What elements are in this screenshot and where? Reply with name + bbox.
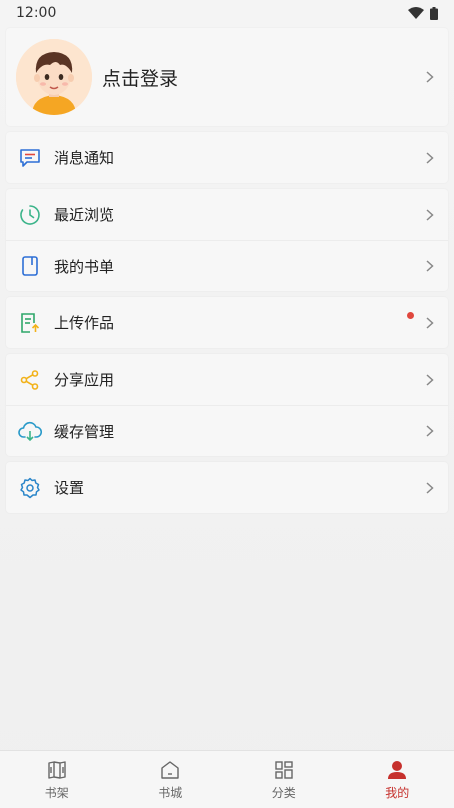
battery-icon: [430, 6, 438, 20]
profile-login-card[interactable]: 点击登录: [6, 28, 448, 126]
tab-bookstore[interactable]: 书城: [114, 751, 228, 808]
menu-group-history: 最近浏览 我的书单: [6, 189, 448, 291]
cloud-download-icon: [18, 419, 42, 443]
upload-icon: [18, 311, 42, 335]
menu-item-recent-browse[interactable]: 最近浏览: [6, 189, 448, 240]
menu-item-settings[interactable]: 设置: [6, 462, 448, 513]
menu-item-label: 最近浏览: [54, 206, 115, 224]
wifi-icon: [408, 7, 424, 19]
chevron-right-icon: [426, 373, 434, 386]
menu-group-upload: 上传作品: [6, 297, 448, 348]
tab-label: 书架: [44, 785, 69, 800]
chevron-right-icon: [426, 208, 434, 221]
chevron-right-icon: [426, 260, 434, 272]
menu-item-label: 分享应用: [54, 371, 115, 389]
tab-mine[interactable]: 我的: [341, 751, 454, 808]
menu-item-notifications[interactable]: 消息通知: [6, 132, 448, 183]
menu-item-label: 消息通知: [54, 149, 115, 167]
login-label: 点击登录: [102, 67, 179, 90]
avatar: [16, 39, 92, 115]
bookshelf-icon: [48, 760, 66, 779]
menu-group-settings: 设置: [6, 462, 448, 513]
menu-item-cache-management[interactable]: 缓存管理: [6, 405, 448, 456]
menu-item-my-booklist[interactable]: 我的书单: [6, 240, 448, 291]
menu-item-upload-works[interactable]: 上传作品: [6, 297, 448, 348]
menu-item-label: 我的书单: [54, 257, 115, 276]
menu-item-share-app[interactable]: 分享应用: [6, 354, 448, 405]
booklist-icon: [18, 254, 42, 278]
red-dot-badge: [407, 312, 414, 319]
user-icon: [388, 760, 407, 779]
chevron-right-icon: [426, 151, 434, 164]
tab-label: 书城: [158, 785, 183, 800]
menu-group-tools: 分享应用 缓存管理: [6, 354, 448, 456]
tab-label: 分类: [271, 785, 296, 800]
share-icon: [18, 368, 42, 392]
menu-group-notifications: 消息通知: [6, 132, 448, 183]
bottom-tab-bar: 书架 书城 分类 我的: [0, 750, 454, 808]
gear-icon: [18, 476, 42, 500]
clock-icon: [18, 203, 42, 227]
home-icon: [161, 760, 179, 779]
menu-item-label: 缓存管理: [54, 422, 115, 441]
status-indicators: [408, 6, 438, 20]
tab-label: 我的: [385, 785, 410, 800]
tab-category[interactable]: 分类: [227, 751, 341, 808]
menu-item-label: 设置: [54, 479, 85, 497]
status-bar: 12:00: [0, 0, 454, 26]
status-time: 12:00: [16, 5, 57, 21]
category-icon: [275, 760, 293, 779]
menu-item-label: 上传作品: [54, 314, 115, 332]
chevron-right-icon: [426, 481, 434, 494]
chevron-right-icon: [426, 316, 434, 329]
chevron-right-icon: [426, 425, 434, 437]
tab-bookshelf[interactable]: 书架: [0, 751, 114, 808]
message-icon: [18, 146, 42, 170]
chevron-right-icon: [426, 71, 434, 83]
